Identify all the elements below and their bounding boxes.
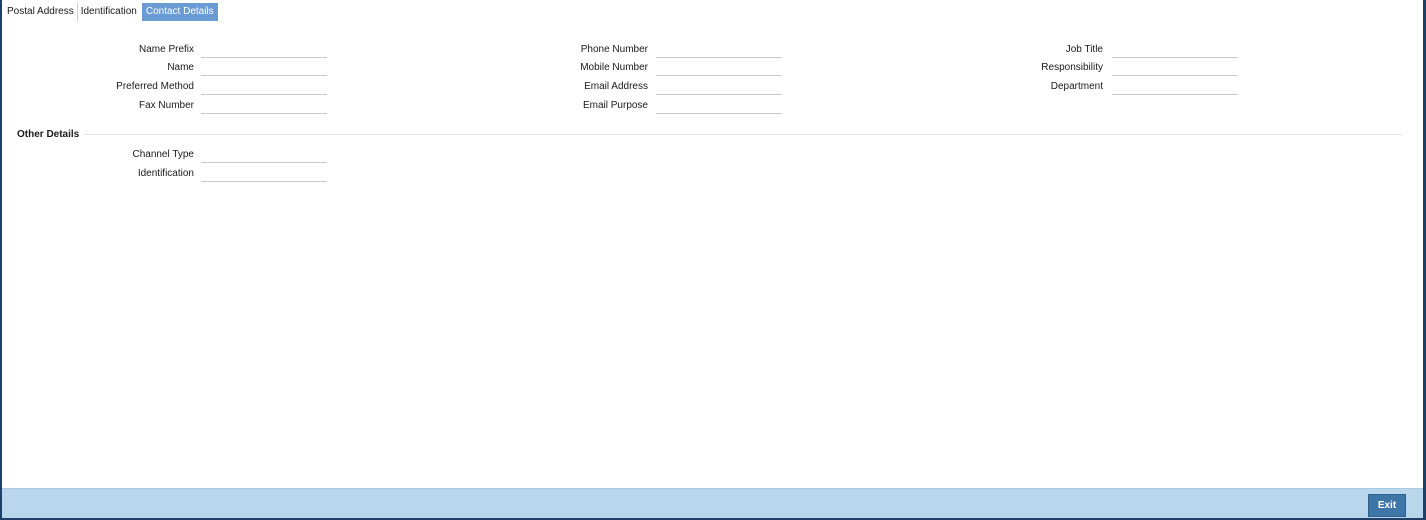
channel-type-label: Channel Type (132, 149, 194, 160)
department-input[interactable] (1112, 80, 1238, 95)
job-title-input[interactable] (1112, 43, 1238, 58)
job-title-row: Job Title (2, 43, 1242, 59)
department-label: Department (1050, 81, 1103, 92)
exit-button[interactable]: Exit (1368, 494, 1406, 517)
tab-contact-details[interactable]: Contact Details (141, 3, 218, 21)
responsibility-label: Responsibility (1041, 62, 1103, 73)
identification-label: Identification (137, 168, 194, 179)
responsibility-input[interactable] (1112, 61, 1238, 76)
responsibility-row: Responsibility (2, 61, 1242, 77)
identification-row: Identification (2, 167, 332, 183)
email-purpose-row: Email Purpose (2, 99, 787, 115)
email-purpose-input[interactable] (656, 99, 782, 114)
other-details-heading: Other Details (17, 129, 80, 140)
contact-details-window: Postal Address Identification Contact De… (0, 0, 1426, 520)
tab-identification[interactable]: Identification (78, 3, 140, 21)
channel-type-row: Channel Type (2, 148, 332, 164)
channel-type-input[interactable] (201, 148, 327, 163)
tab-bar: Postal Address Identification Contact De… (4, 3, 218, 21)
email-purpose-label: Email Purpose (582, 100, 648, 111)
section-divider (84, 134, 1402, 135)
tab-postal-address[interactable]: Postal Address (4, 3, 78, 21)
footer-bar: Exit (2, 488, 1423, 518)
job-title-label: Job Title (1065, 44, 1103, 55)
department-row: Department (2, 80, 1242, 96)
identification-input[interactable] (201, 167, 327, 182)
